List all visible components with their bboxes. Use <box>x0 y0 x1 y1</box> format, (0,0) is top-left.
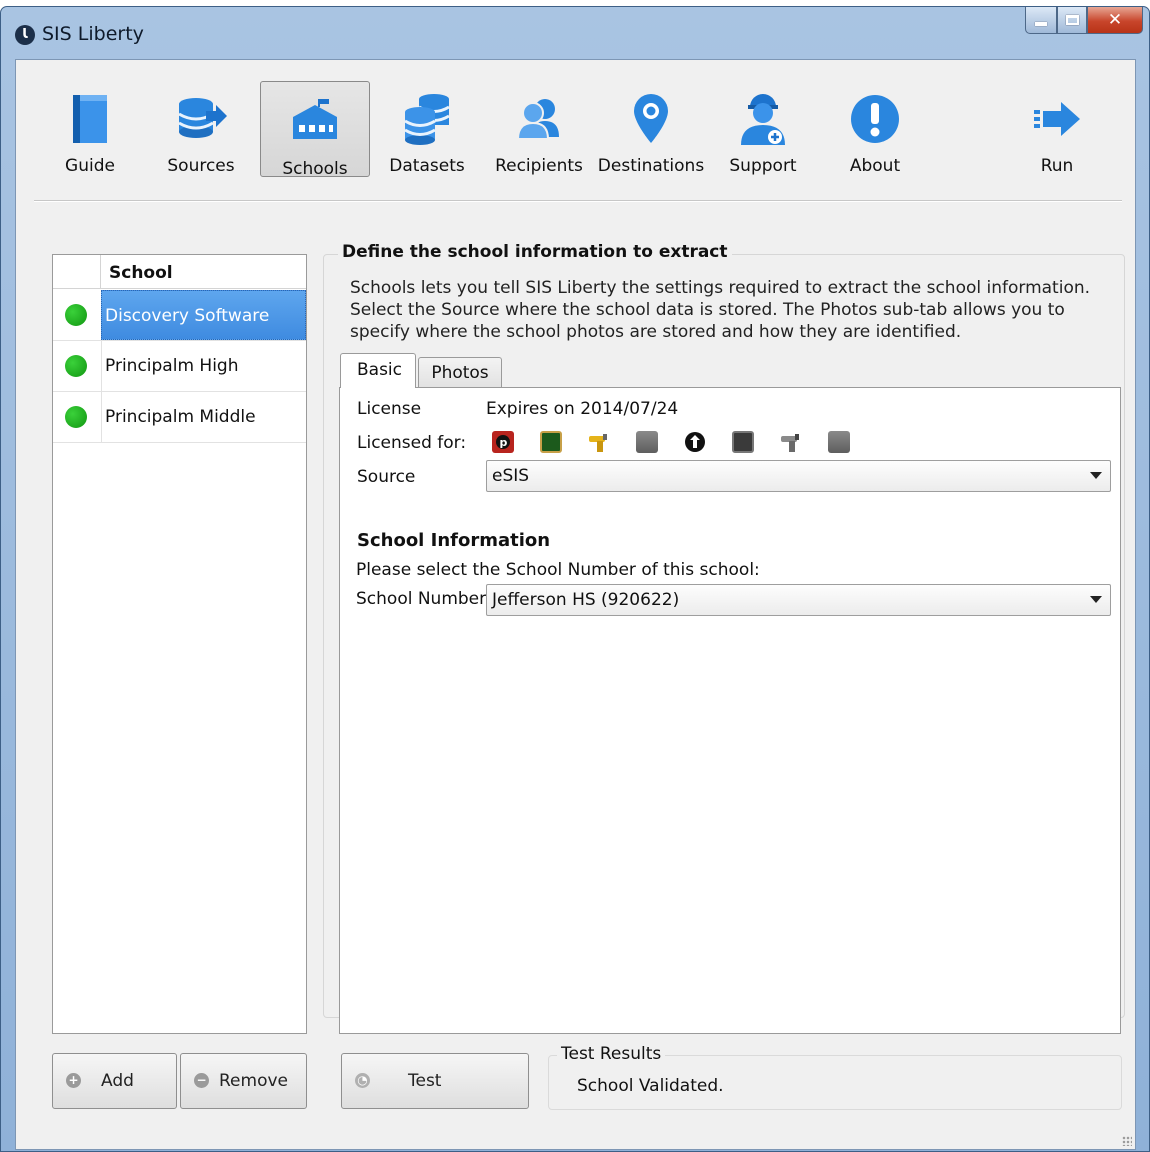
status-ok-icon <box>65 406 87 428</box>
black-emblem-icon <box>684 431 706 453</box>
title-bar[interactable]: Ɩ SIS Liberty ✕ <box>1 7 1149 57</box>
toolbar-label: About <box>849 156 901 176</box>
school-info-prompt: Please select the School Number of this … <box>356 560 760 580</box>
close-button[interactable]: ✕ <box>1087 7 1143 34</box>
school-row[interactable]: Principalm High <box>53 341 306 392</box>
remove-school-button[interactable]: − Remove <box>180 1053 307 1109</box>
toolbar-label: Run <box>1040 156 1074 176</box>
toolbar-guide-button[interactable]: Guide <box>35 81 145 177</box>
plus-circle-icon: + <box>66 1073 81 1088</box>
chalkboard-icon <box>540 431 562 453</box>
basic-tab-panel: License Expires on 2014/07/24 Licensed f… <box>339 387 1121 1034</box>
toolbar-support-button[interactable]: Support <box>708 81 818 177</box>
main-toolbar: Guide Sources Schools Datasets Recipient… <box>16 60 1135 200</box>
school-number-value: Jefferson HS (920622) <box>492 590 680 610</box>
users-icon <box>484 91 594 147</box>
minimize-icon <box>1035 22 1047 26</box>
gray-id-card-icon <box>636 431 658 453</box>
license-label: License <box>357 399 422 419</box>
toolbar-recipients-button[interactable]: Recipients <box>484 81 594 177</box>
toolbar-label: Sources <box>167 156 235 176</box>
toolbar-label: Datasets <box>389 156 465 176</box>
school-name: Principalm High <box>101 341 306 391</box>
maximize-button[interactable] <box>1057 7 1087 34</box>
powerschool-icon: p <box>492 431 514 453</box>
toolbar-divider <box>34 200 1122 202</box>
minimize-button[interactable] <box>1025 7 1057 34</box>
test-results-text: School Validated. <box>577 1076 724 1096</box>
minus-circle-icon: − <box>194 1073 209 1088</box>
define-group-title: Define the school information to extract <box>338 242 732 262</box>
school-number-select[interactable]: Jefferson HS (920622) <box>486 584 1111 616</box>
toolbar-label: Destinations <box>597 156 705 176</box>
tab-basic[interactable]: Basic <box>340 353 416 388</box>
yellow-camera-icon <box>588 431 610 453</box>
school-name: Principalm Middle <box>101 392 306 442</box>
gauge-icon: ◔ <box>355 1073 370 1088</box>
school-name: Discovery Software <box>101 290 306 340</box>
add-button-label: Add <box>101 1071 134 1091</box>
book-icon <box>35 91 145 147</box>
status-ok-icon <box>65 304 87 326</box>
licensed-for-label: Licensed for: <box>357 433 467 453</box>
add-school-button[interactable]: + Add <box>52 1053 177 1109</box>
chevron-down-icon <box>1090 472 1102 479</box>
database-arrow-icon <box>146 91 256 147</box>
status-ok-icon <box>65 355 87 377</box>
support-agent-icon <box>708 91 818 147</box>
client-area: Guide Sources Schools Datasets Recipient… <box>15 59 1136 1150</box>
toolbar-label: Schools <box>282 159 348 179</box>
toolbar-label: Recipients <box>495 156 583 176</box>
app-logo-icon: Ɩ <box>15 25 35 45</box>
source-value: eSIS <box>492 466 530 486</box>
svg-text:p: p <box>500 436 508 449</box>
school-row[interactable]: Discovery Software <box>53 290 306 341</box>
toolbar-about-button[interactable]: About <box>820 81 930 177</box>
license-value: Expires on 2014/07/24 <box>486 399 679 419</box>
arrow-right-icon <box>1002 91 1112 147</box>
define-description: Schools lets you tell SIS Liberty the se… <box>350 278 1091 342</box>
gray-id-card-icon <box>828 431 850 453</box>
school-list-header: School <box>53 255 306 289</box>
test-results-title: Test Results <box>557 1044 666 1064</box>
toolbar-label: Support <box>729 156 797 176</box>
window-title: SIS Liberty <box>42 23 144 45</box>
status-column-header <box>53 255 101 289</box>
chevron-down-icon <box>1090 596 1102 603</box>
school-list[interactable]: School Discovery Software Principalm Hig… <box>52 254 307 1034</box>
test-button[interactable]: ◔ Test <box>341 1053 529 1109</box>
window-controls: ✕ <box>1025 7 1143 34</box>
maximize-icon <box>1065 15 1079 25</box>
exclamation-icon <box>820 91 930 147</box>
school-column-header[interactable]: School <box>109 263 173 283</box>
toolbar-datasets-button[interactable]: Datasets <box>372 81 482 177</box>
toolbar-schools-button[interactable]: Schools <box>260 81 370 179</box>
database-stack-icon <box>372 91 482 147</box>
gray-camera-icon <box>780 431 802 453</box>
toolbar-sources-button[interactable]: Sources <box>146 81 256 177</box>
school-number-label: School Number <box>356 589 487 609</box>
source-label: Source <box>357 467 416 487</box>
dark-chalkboard-icon <box>732 431 754 453</box>
school-info-heading: School Information <box>357 530 551 551</box>
tab-photos[interactable]: Photos <box>418 357 502 387</box>
remove-button-label: Remove <box>219 1071 288 1091</box>
close-icon: ✕ <box>1107 10 1123 30</box>
school-building-icon <box>261 92 369 148</box>
app-window: Ɩ SIS Liberty ✕ Guide Sources Schools Da… <box>0 6 1150 1152</box>
resize-grip[interactable] <box>1122 1136 1132 1146</box>
source-select[interactable]: eSIS <box>486 460 1111 492</box>
toolbar-label: Guide <box>65 156 115 176</box>
map-pin-icon <box>596 91 706 147</box>
toolbar-destinations-button[interactable]: Destinations <box>596 81 706 177</box>
school-row[interactable]: Principalm Middle <box>53 392 306 443</box>
toolbar-run-button[interactable]: Run <box>1002 81 1112 177</box>
test-button-label: Test <box>408 1071 442 1091</box>
